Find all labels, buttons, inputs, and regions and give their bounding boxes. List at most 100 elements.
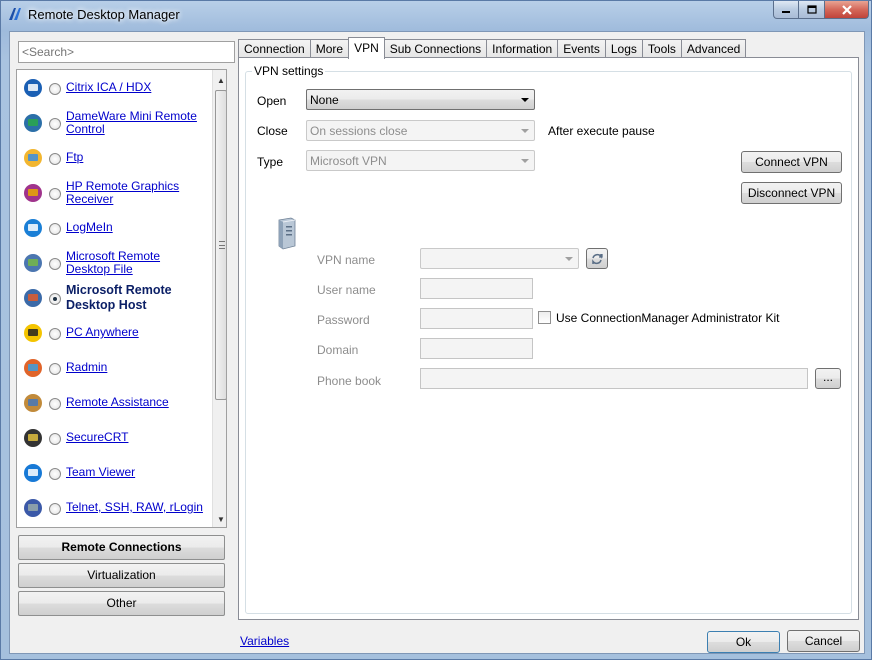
remote-connections-button[interactable]: Remote Connections <box>18 535 225 560</box>
connection-type-list[interactable]: Citrix ICA / HDX DameWare Mini Remote Con… <box>16 69 227 528</box>
maximize-button[interactable] <box>799 1 825 19</box>
list-item[interactable]: Microsoft Remote Desktop Host <box>17 282 213 317</box>
tab-events[interactable]: Events <box>557 39 606 58</box>
vpn-name-select[interactable] <box>420 248 579 269</box>
list-item-label[interactable]: HP Remote Graphics Receiver <box>66 180 206 206</box>
scroll-up-icon[interactable]: ▲ <box>213 72 226 88</box>
ok-button[interactable]: Ok <box>707 631 780 653</box>
domain-label: Domain <box>317 343 359 357</box>
rdp-file-icon <box>24 254 42 272</box>
cancel-button[interactable]: Cancel <box>787 630 860 652</box>
list-item-label[interactable]: Microsoft Remote Desktop File <box>66 250 206 276</box>
list-item[interactable]: PC Anywhere <box>17 317 213 352</box>
close-button[interactable] <box>825 1 869 19</box>
chevron-down-icon <box>565 257 573 261</box>
close-label: Close <box>257 124 288 138</box>
logmein-icon <box>24 219 42 237</box>
title-bar[interactable]: Remote Desktop Manager <box>1 1 872 29</box>
close-select-value: On sessions close <box>310 124 408 138</box>
virtualization-button[interactable]: Virtualization <box>18 563 225 588</box>
open-select[interactable]: None <box>306 89 535 110</box>
list-item-label[interactable]: Radmin <box>66 361 206 374</box>
list-item-label[interactable]: Telnet, SSH, RAW, rLogin <box>66 501 206 514</box>
disconnect-vpn-button[interactable]: Disconnect VPN <box>741 182 842 204</box>
variables-link[interactable]: Variables <box>240 634 289 648</box>
radio-button[interactable] <box>49 188 61 200</box>
list-scrollbar[interactable]: ▲ ▼ <box>212 70 226 527</box>
radio-button[interactable] <box>49 468 61 480</box>
tab-more[interactable]: More <box>309 39 350 58</box>
minimize-button[interactable] <box>773 1 799 19</box>
type-select-value: Microsoft VPN <box>310 154 387 168</box>
radio-button[interactable] <box>49 433 61 445</box>
close-select[interactable]: On sessions close <box>306 120 535 141</box>
list-item-label[interactable]: Citrix ICA / HDX <box>66 81 206 94</box>
list-item[interactable]: Citrix ICA / HDX <box>17 72 213 107</box>
tab-tools[interactable]: Tools <box>641 39 682 58</box>
close-icon <box>841 4 852 15</box>
radio-button[interactable] <box>49 153 61 165</box>
radio-button[interactable] <box>49 293 61 305</box>
open-select-value: None <box>310 93 339 107</box>
list-item[interactable]: Remote Assistance <box>17 387 213 422</box>
list-item[interactable]: SecureCRT <box>17 422 213 457</box>
telnet-icon <box>24 499 42 517</box>
ftp-icon <box>24 149 42 167</box>
tab-logs[interactable]: Logs <box>604 39 643 58</box>
list-item[interactable]: DameWare Mini Remote Control <box>17 107 213 142</box>
rdp-host-icon <box>24 289 42 307</box>
list-item-label[interactable]: Microsoft Remote Desktop Host <box>66 283 206 313</box>
other-button[interactable]: Other <box>18 591 225 616</box>
tab-connection[interactable]: Connection <box>238 39 311 58</box>
scrollbar-thumb[interactable] <box>215 90 226 400</box>
list-item-label[interactable]: DameWare Mini Remote Control <box>66 110 206 136</box>
chevron-down-icon <box>521 98 529 102</box>
tab-sub-connections[interactable]: Sub Connections <box>383 39 488 58</box>
list-item-label[interactable]: Ftp <box>66 151 206 164</box>
list-item[interactable]: LogMeIn <box>17 212 213 247</box>
domain-input[interactable] <box>420 338 533 359</box>
password-input[interactable] <box>420 308 533 329</box>
use-cmak-checkbox[interactable] <box>538 311 551 324</box>
phone-book-input[interactable] <box>420 368 808 389</box>
list-item[interactable]: Ftp <box>17 142 213 177</box>
radio-button[interactable] <box>49 363 61 375</box>
phone-book-browse-button[interactable]: ... <box>815 368 841 389</box>
radio-button[interactable] <box>49 83 61 95</box>
after-execute-pause-label: After execute pause <box>548 124 655 138</box>
refresh-button[interactable] <box>586 248 608 269</box>
maximize-icon <box>806 5 817 14</box>
list-item-label[interactable]: Remote Assistance <box>66 396 206 409</box>
list-item-label[interactable]: SecureCRT <box>66 431 206 444</box>
list-item[interactable]: HP Remote Graphics Receiver <box>17 177 213 212</box>
radio-button[interactable] <box>49 258 61 270</box>
tab-information[interactable]: Information <box>486 39 559 58</box>
type-select[interactable]: Microsoft VPN <box>306 150 535 171</box>
securecrt-icon <box>24 429 42 447</box>
scroll-down-icon[interactable]: ▼ <box>213 511 226 527</box>
list-item-label[interactable]: LogMeIn <box>66 221 206 234</box>
list-item-label[interactable]: Team Viewer <box>66 466 206 479</box>
list-item-label[interactable]: PC Anywhere <box>66 326 206 339</box>
radio-button[interactable] <box>49 398 61 410</box>
app-logo-icon <box>9 8 21 20</box>
chevron-down-icon <box>521 159 529 163</box>
radio-button[interactable] <box>49 503 61 515</box>
search-input[interactable] <box>18 41 235 63</box>
connect-vpn-button[interactable]: Connect VPN <box>741 151 842 173</box>
list-item[interactable]: Telnet, SSH, RAW, rLogin <box>17 492 213 527</box>
user-name-input[interactable] <box>420 278 533 299</box>
radio-button[interactable] <box>49 223 61 235</box>
list-item[interactable]: Team Viewer <box>17 457 213 492</box>
chevron-down-icon <box>521 129 529 133</box>
list-item[interactable]: Radmin <box>17 352 213 387</box>
radio-button[interactable] <box>49 118 61 130</box>
tab-advanced[interactable]: Advanced <box>680 39 747 58</box>
dameware-icon <box>24 114 42 132</box>
user-name-label: User name <box>317 283 376 297</box>
use-cmak-label: Use ConnectionManager Administrator Kit <box>556 311 780 325</box>
tab-vpn[interactable]: VPN <box>348 37 385 59</box>
teamviewer-icon <box>24 464 42 482</box>
radio-button[interactable] <box>49 328 61 340</box>
list-item[interactable]: Microsoft Remote Desktop File <box>17 247 213 282</box>
